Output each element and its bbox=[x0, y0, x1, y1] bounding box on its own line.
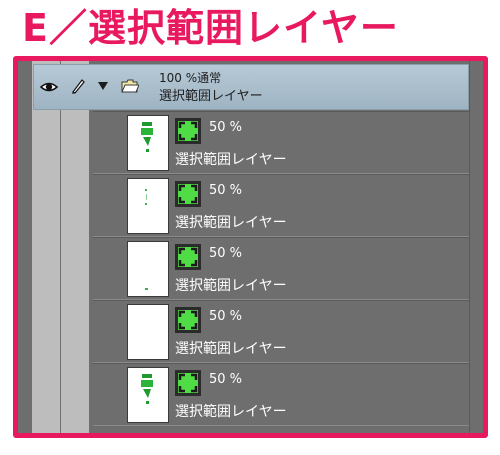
selection-layer-icon bbox=[175, 370, 201, 396]
selection-layer-icon bbox=[175, 244, 201, 270]
edit-lock-column bbox=[61, 61, 90, 433]
layer-group-row[interactable]: 100 %通常 選択範囲レイヤー bbox=[33, 64, 469, 110]
layer-row[interactable]: 50 % 選択範囲レイヤー bbox=[93, 111, 469, 174]
layer-thumbnail bbox=[127, 115, 169, 171]
layer-thumbnail bbox=[127, 304, 169, 360]
visibility-column bbox=[32, 61, 61, 433]
triangle-down-icon[interactable] bbox=[98, 82, 108, 90]
panel-left-edge bbox=[18, 61, 33, 433]
layer-opacity: 50 % bbox=[209, 246, 243, 261]
page-title: E／選択範囲レイヤー bbox=[22, 6, 399, 50]
layer-opacity: 50 % bbox=[209, 372, 243, 387]
group-opacity-blend: 100 %通常 bbox=[159, 71, 222, 85]
layer-opacity: 50 % bbox=[209, 309, 243, 324]
layer-thumbnail bbox=[127, 178, 169, 234]
group-name: 選択範囲レイヤー bbox=[159, 89, 263, 104]
layer-name: 選択範囲レイヤー bbox=[175, 341, 287, 357]
eye-icon[interactable] bbox=[39, 78, 59, 96]
selection-layer-icon bbox=[175, 118, 201, 144]
layer-opacity: 50 % bbox=[209, 183, 243, 198]
layer-row[interactable]: 50 % 選択範囲レイヤー bbox=[93, 174, 469, 237]
layer-row[interactable]: 50 % 選択範囲レイヤー bbox=[93, 363, 469, 426]
layer-name: 選択範囲レイヤー bbox=[175, 404, 287, 420]
layer-row[interactable]: 50 % 選択範囲レイヤー bbox=[93, 237, 469, 300]
layer-name: 選択範囲レイヤー bbox=[175, 152, 287, 168]
panel-scrollbar[interactable] bbox=[469, 61, 483, 433]
layer-row[interactable]: 50 % 選択範囲レイヤー bbox=[93, 300, 469, 363]
folder-icon bbox=[121, 78, 140, 93]
selection-layer-icon bbox=[175, 181, 201, 207]
pen-icon[interactable] bbox=[69, 77, 87, 95]
layer-thumbnail bbox=[127, 367, 169, 423]
layer-thumbnail bbox=[127, 241, 169, 297]
layer-opacity: 50 % bbox=[209, 120, 243, 135]
layer-panel-frame: 100 %通常 選択範囲レイヤー 50 % 選択範囲レイヤー 50 % 選択範囲… bbox=[13, 56, 488, 438]
layer-panel: 100 %通常 選択範囲レイヤー 50 % 選択範囲レイヤー 50 % 選択範囲… bbox=[18, 61, 483, 433]
selection-layer-icon bbox=[175, 307, 201, 333]
layer-name: 選択範囲レイヤー bbox=[175, 278, 287, 294]
layer-name: 選択範囲レイヤー bbox=[175, 215, 287, 231]
